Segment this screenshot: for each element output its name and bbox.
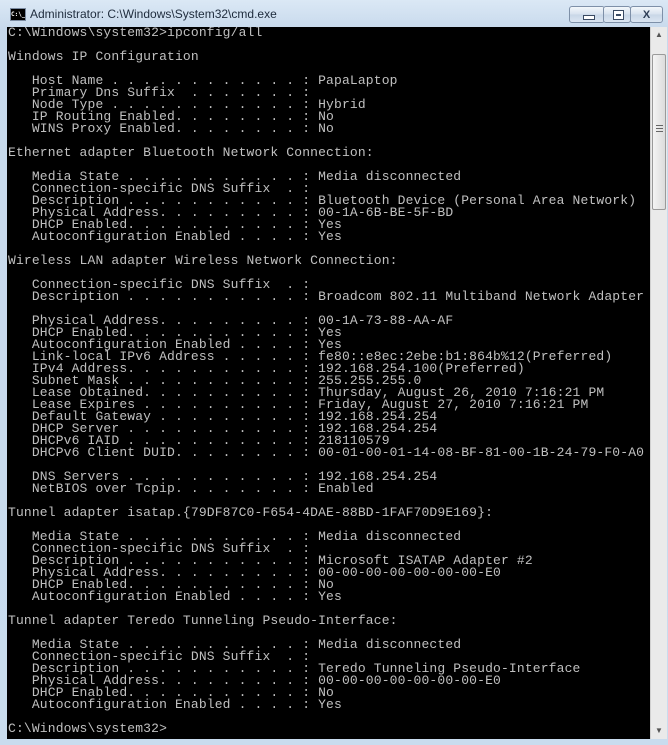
console-line: Autoconfiguration Enabled . . . . : Yes	[8, 697, 342, 712]
console-output[interactable]: C:\Windows\system32>ipconfig/all Windows…	[7, 27, 650, 739]
maximize-icon	[613, 10, 624, 20]
console-line: Autoconfiguration Enabled . . . . : Yes	[8, 589, 342, 604]
scroll-up-icon[interactable]: ▲	[651, 27, 667, 43]
vertical-scrollbar[interactable]: ▲ ▼	[650, 27, 667, 739]
minimize-icon	[583, 15, 595, 20]
scroll-thumb[interactable]	[652, 54, 666, 210]
console-line: Tunnel adapter Teredo Tunneling Pseudo-I…	[8, 613, 398, 628]
console-text: C:\Windows\system32>ipconfig/all Windows…	[8, 27, 644, 735]
scroll-down-icon[interactable]: ▼	[651, 723, 667, 739]
console-line: Wireless LAN adapter Wireless Network Co…	[8, 253, 398, 268]
window-title: Administrator: C:\Windows\System32\cmd.e…	[30, 7, 277, 21]
cmd-window: C:\_ Administrator: C:\Windows\System32\…	[0, 0, 668, 745]
console-line: WINS Proxy Enabled. . . . . . . . : No	[8, 121, 335, 136]
console-line: Ethernet adapter Bluetooth Network Conne…	[8, 145, 374, 160]
title-bar[interactable]: C:\_ Administrator: C:\Windows\System32\…	[0, 0, 668, 28]
console-line: Autoconfiguration Enabled . . . . : Yes	[8, 229, 342, 244]
minimize-button[interactable]	[569, 6, 605, 23]
console-line: C:\Windows\system32>	[8, 721, 168, 736]
console-line: DHCPv6 Client DUID. . . . . . . . : 00-0…	[8, 445, 645, 460]
console-line: Tunnel adapter isatap.{79DF87C0-F654-4DA…	[8, 505, 494, 520]
console-line: Windows IP Configuration	[8, 49, 199, 64]
maximize-button[interactable]	[603, 6, 631, 23]
close-button[interactable]: X	[630, 6, 663, 23]
cmd-icon: C:\_	[10, 8, 26, 21]
grip-icon	[656, 125, 663, 134]
console-line: C:\Windows\system32>ipconfig/all	[8, 27, 263, 40]
console-line: NetBIOS over Tcpip. . . . . . . . : Enab…	[8, 481, 374, 496]
console-line: Description . . . . . . . . . . . : Broa…	[8, 289, 645, 304]
close-icon: X	[642, 9, 651, 21]
